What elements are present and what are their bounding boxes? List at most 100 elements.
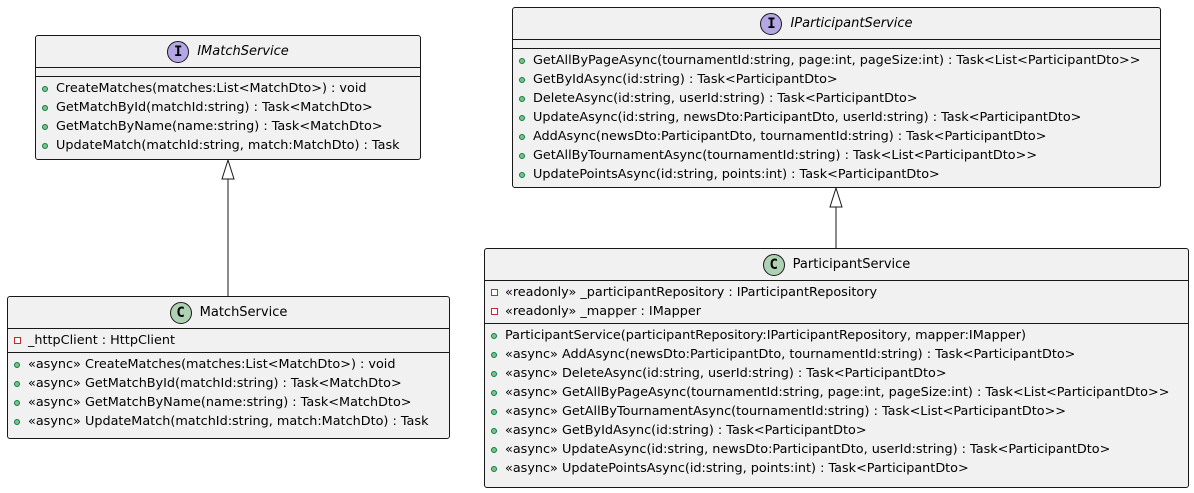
method-row: GetAllByPageAsync(tournamentId:string, p… (513, 51, 1160, 70)
method-row: «async» DeleteAsync(id:string, userId:st… (485, 364, 1188, 383)
public-marker-icon (14, 380, 20, 387)
methods-section: «async» CreateMatches(matches:List<Match… (8, 352, 449, 435)
method-row: GetMatchByName(name:string) : Task<Match… (36, 117, 420, 136)
method-signature: «async» DeleteAsync(id:string, userId:st… (505, 366, 947, 381)
method-row: «async» GetMatchById(matchId:string) : T… (8, 374, 449, 393)
method-row: «async» GetAllByTournamentAsync(tourname… (485, 402, 1188, 421)
fields-section (36, 67, 420, 76)
public-marker-icon (14, 399, 20, 406)
method-signature: CreateMatches(matches:List<MatchDto>) : … (56, 81, 367, 96)
method-signature: «async» GetAllByPageAsync(tournamentId:s… (505, 385, 1170, 400)
method-signature: GetMatchById(matchId:string) : Task<Matc… (56, 100, 373, 115)
field-signature: «readonly» _mapper : IMapper (505, 304, 701, 319)
edge-matchservice-to-imatchservice (221, 158, 235, 296)
public-marker-icon (491, 351, 497, 358)
public-marker-icon (491, 332, 497, 339)
private-marker-icon (14, 337, 21, 344)
method-signature: UpdateMatch(matchId:string, match:MatchD… (56, 138, 400, 153)
method-signature: UpdatePointsAsync(id:string, points:int)… (533, 167, 940, 182)
field-signature: «readonly» _participantRepository : IPar… (505, 285, 878, 300)
public-marker-icon (491, 446, 497, 453)
public-marker-icon (491, 370, 497, 377)
method-row: GetMatchById(matchId:string) : Task<Matc… (36, 98, 420, 117)
public-marker-icon (519, 95, 525, 102)
method-row: «async» UpdateMatch(matchId:string, matc… (8, 412, 449, 431)
edge-participantservice-to-iparticipantservice (829, 186, 843, 248)
participantservice-name: ParticipantService (792, 257, 911, 272)
iparticipantservice-box: I IParticipantService GetAllByPageAsync(… (512, 7, 1161, 188)
method-signature: «async» UpdateMatch(matchId:string, matc… (28, 414, 429, 429)
imatchservice-box: I IMatchService CreateMatches(matches:Li… (35, 35, 421, 160)
method-row: ParticipantService(participantRepository… (485, 326, 1188, 345)
participantservice-header: C ParticipantService (485, 249, 1188, 280)
method-signature: AddAsync(newsDto:ParticipantDto, tournam… (533, 129, 1047, 144)
class-badge-icon: C (169, 301, 192, 324)
class-badge-icon: C (762, 253, 785, 276)
field-row: «readonly» _mapper : IMapper (485, 302, 1188, 321)
public-marker-icon (491, 465, 497, 472)
method-row: «async» UpdatePointsAsync(id:string, poi… (485, 459, 1188, 478)
matchservice-header: C MatchService (8, 297, 449, 328)
method-signature: «async» UpdateAsync(id:string, newsDto:P… (505, 442, 1111, 457)
method-signature: «async» GetMatchById(matchId:string) : T… (28, 376, 402, 391)
method-signature: «async» GetMatchByName(name:string) : Ta… (28, 395, 412, 410)
public-marker-icon (491, 389, 497, 396)
method-signature: GetMatchByName(name:string) : Task<Match… (56, 119, 383, 134)
method-row: UpdateMatch(matchId:string, match:MatchD… (36, 136, 420, 155)
method-row: CreateMatches(matches:List<MatchDto>) : … (36, 79, 420, 98)
method-row: GetAllByTournamentAsync(tournamentId:str… (513, 146, 1160, 165)
method-row: UpdateAsync(id:string, newsDto:Participa… (513, 108, 1160, 127)
method-row: AddAsync(newsDto:ParticipantDto, tournam… (513, 127, 1160, 146)
method-row: «async» AddAsync(newsDto:ParticipantDto,… (485, 345, 1188, 364)
public-marker-icon (42, 85, 48, 92)
public-marker-icon (42, 142, 48, 149)
method-row: «async» GetMatchByName(name:string) : Ta… (8, 393, 449, 412)
imatchservice-name: IMatchService (197, 44, 289, 59)
method-row: «async» UpdateAsync(id:string, newsDto:P… (485, 440, 1188, 459)
public-marker-icon (14, 361, 20, 368)
imatchservice-header: I IMatchService (36, 36, 420, 67)
methods-section: CreateMatches(matches:List<MatchDto>) : … (36, 76, 420, 159)
field-row: «readonly» _participantRepository : IPar… (485, 283, 1188, 302)
method-signature: GetAllByPageAsync(tournamentId:string, p… (533, 53, 1141, 68)
method-signature: «async» GetAllByTournamentAsync(tourname… (505, 404, 1067, 419)
method-signature: «async» CreateMatches(matches:List<Match… (28, 357, 396, 372)
method-row: «async» GetByIdAsync(id:string) : Task<P… (485, 421, 1188, 440)
method-signature: GetAllByTournamentAsync(tournamentId:str… (533, 148, 1038, 163)
public-marker-icon (519, 171, 525, 178)
method-signature: «async» UpdatePointsAsync(id:string, poi… (505, 461, 969, 476)
public-marker-icon (519, 114, 525, 121)
fields-section (513, 39, 1160, 48)
iparticipantservice-name: IParticipantService (790, 16, 913, 31)
method-signature: UpdateAsync(id:string, newsDto:Participa… (533, 110, 1082, 125)
public-marker-icon (519, 133, 525, 140)
method-row: GetByIdAsync(id:string) : Task<Participa… (513, 70, 1160, 89)
method-signature: GetByIdAsync(id:string) : Task<Participa… (533, 72, 838, 87)
method-row: «async» GetAllByPageAsync(tournamentId:s… (485, 383, 1188, 402)
field-signature: _httpClient : HttpClient (28, 333, 175, 348)
public-marker-icon (14, 418, 20, 425)
method-signature: DeleteAsync(id:string, userId:string) : … (533, 91, 918, 106)
matchservice-name: MatchService (199, 305, 288, 320)
methods-section: ParticipantService(participantRepository… (485, 323, 1188, 482)
public-marker-icon (519, 76, 525, 83)
iparticipantservice-header: I IParticipantService (513, 8, 1160, 39)
method-signature: ParticipantService(participantRepository… (505, 328, 1026, 343)
method-row: «async» CreateMatches(matches:List<Match… (8, 355, 449, 374)
private-marker-icon (491, 289, 498, 296)
interface-badge-icon: I (167, 40, 190, 63)
public-marker-icon (491, 408, 497, 415)
participantservice-box: C ParticipantService «readonly» _partici… (484, 248, 1189, 488)
private-marker-icon (491, 308, 498, 315)
public-marker-icon (42, 104, 48, 111)
field-row: _httpClient : HttpClient (8, 331, 449, 350)
method-signature: «async» AddAsync(newsDto:ParticipantDto,… (505, 347, 1076, 362)
method-row: UpdatePointsAsync(id:string, points:int)… (513, 165, 1160, 184)
matchservice-box: C MatchService _httpClient : HttpClient … (7, 296, 450, 439)
fields-section: «readonly» _participantRepository : IPar… (485, 280, 1188, 323)
method-row: DeleteAsync(id:string, userId:string) : … (513, 89, 1160, 108)
method-signature: «async» GetByIdAsync(id:string) : Task<P… (505, 423, 867, 438)
public-marker-icon (519, 57, 525, 64)
public-marker-icon (42, 123, 48, 130)
methods-section: GetAllByPageAsync(tournamentId:string, p… (513, 48, 1160, 188)
